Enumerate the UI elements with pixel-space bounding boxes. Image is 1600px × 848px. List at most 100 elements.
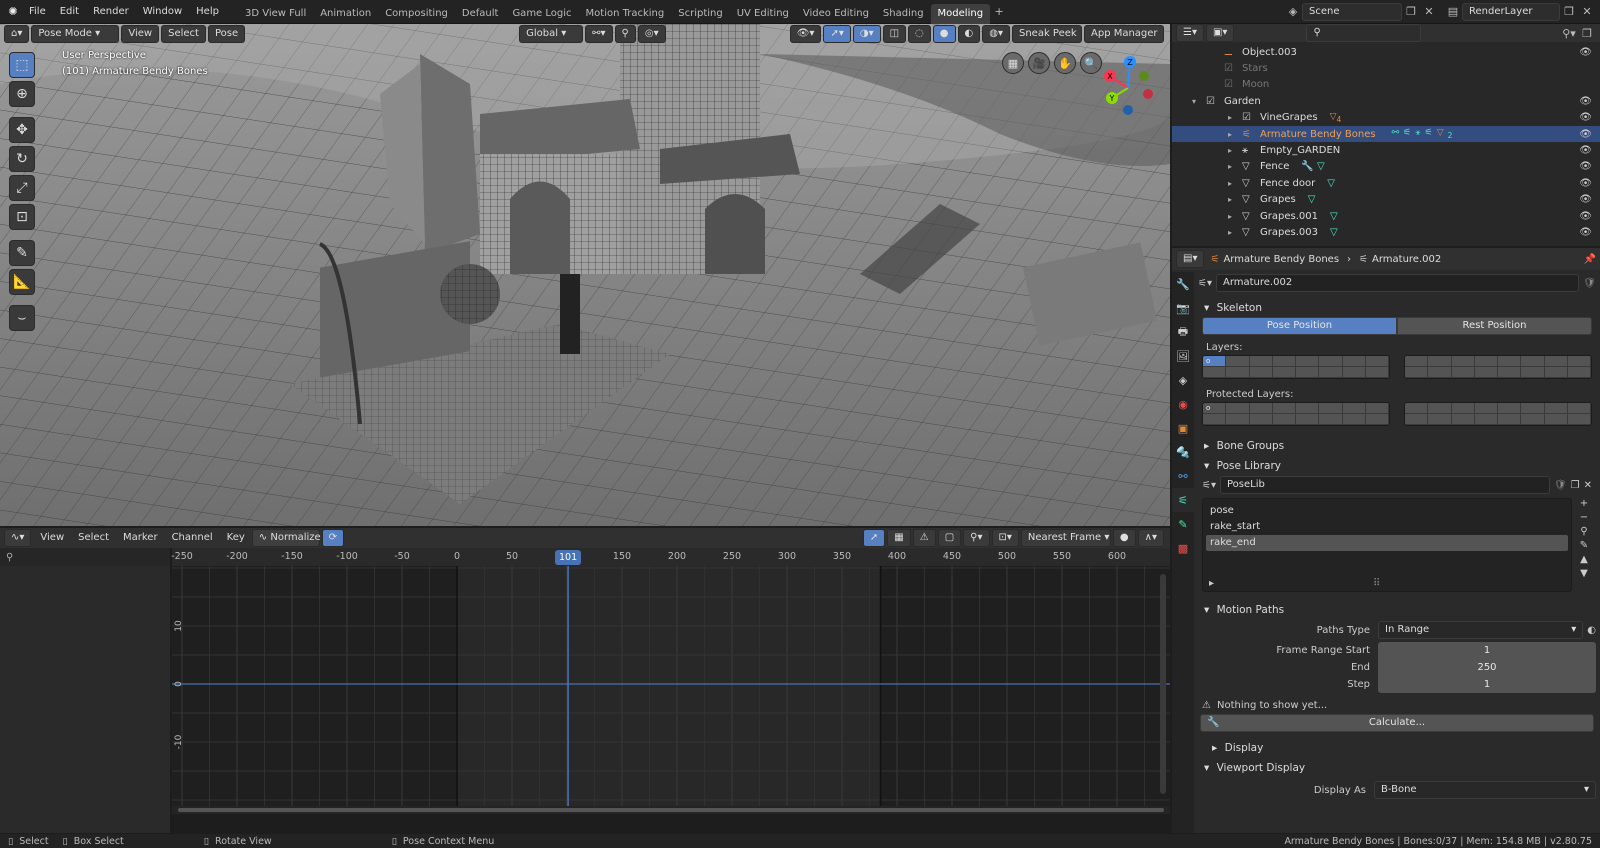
visibility-eye-icon[interactable]: 👁	[1579, 96, 1592, 107]
vp-menu-pose[interactable]: Pose	[207, 25, 246, 43]
only-selected-icon[interactable]: ➚	[862, 529, 886, 547]
outliner-row-fence-door[interactable]: ▸ ▽ Fence door ▽ 👁	[1172, 175, 1600, 191]
display-mode-icon[interactable]: ▣▾	[1205, 24, 1235, 42]
frame-start-field[interactable]: 1	[1378, 641, 1596, 659]
tab-compositing[interactable]: Compositing	[378, 4, 455, 24]
cursor-tool-icon[interactable]: ⊕	[9, 81, 35, 107]
expand-arrow-icon[interactable]: ▾	[1192, 97, 1206, 106]
expand-arrow-icon[interactable]: ▸	[1228, 162, 1242, 171]
tab-object-icon[interactable]: ▣	[1172, 416, 1194, 440]
transform-tool-icon[interactable]: ⊡	[9, 204, 35, 230]
vertical-scrollbar[interactable]	[1160, 574, 1166, 794]
poselib-name-field[interactable]: PoseLib	[1219, 476, 1550, 494]
pivot-point-icon[interactable]: ⊡▾	[991, 529, 1019, 547]
check-icon[interactable]: ☑	[1224, 79, 1236, 90]
graph-menu-channel[interactable]: Channel	[165, 526, 220, 550]
display-subpanel-header[interactable]: ▸ Display	[1198, 738, 1596, 758]
tab-scripting[interactable]: Scripting	[671, 4, 729, 24]
check-icon[interactable]: ☑	[1224, 63, 1236, 74]
display-as-dropdown[interactable]: B-Bone ▾	[1374, 781, 1596, 799]
new-collection-icon[interactable]: ❐	[1578, 24, 1596, 42]
frame-ruler[interactable]: -250 -200 -150 -100 -50 0 50 150 200 250 300 350 400…	[171, 548, 1170, 566]
tab-modifiers-icon[interactable]: 🔩	[1172, 440, 1194, 464]
pin-icon[interactable]: 📌	[1584, 254, 1596, 265]
check-icon[interactable]: ☑	[1206, 96, 1218, 107]
pose-item-rake-end[interactable]: rake_end	[1206, 535, 1568, 551]
outliner-row-object-003[interactable]: ⚊ Object.003 👁	[1172, 44, 1600, 60]
outliner-filter-icon[interactable]: ⚲▾	[1560, 24, 1578, 42]
editor-type-icon[interactable]: ⌂▾	[4, 25, 30, 43]
outliner-row-grapes-001[interactable]: ▸ ▽ Grapes.001 ▽ 👁	[1172, 208, 1600, 224]
remove-pose-icon[interactable]: −	[1580, 512, 1588, 523]
shading-wire-icon[interactable]: ◌	[908, 25, 931, 43]
filter-square-icon[interactable]: ▢	[937, 529, 962, 547]
check-icon[interactable]: ☑	[1242, 112, 1254, 123]
paths-help-icon[interactable]: ◐	[1587, 625, 1596, 636]
tab-view-layer-icon[interactable]: 🖼	[1172, 344, 1194, 368]
scene-field[interactable]: Scene	[1302, 2, 1402, 21]
bone-groups-panel-header[interactable]: ▸ Bone Groups	[1198, 436, 1596, 456]
expand-arrow-icon[interactable]: ▸	[1228, 130, 1242, 139]
rest-position-button[interactable]: Rest Position	[1397, 317, 1592, 335]
graph-editor[interactable]: ∿▾ View Select Marker Channel Key ∿ Norm…	[0, 528, 1170, 833]
filter-icon[interactable]: ⚲▾	[963, 529, 990, 547]
outliner-row-grapes-003[interactable]: ▸ ▽ Grapes.003 ▽ 👁	[1172, 224, 1600, 240]
vp-menu-view[interactable]: View	[121, 25, 160, 43]
visibility-eye-icon[interactable]: 👁	[1579, 47, 1592, 58]
outliner-row-moon[interactable]: ☑ Moon	[1172, 77, 1600, 93]
add-workspace-icon[interactable]: +	[990, 3, 1008, 21]
action-icon[interactable]: ⚟▾	[1202, 480, 1216, 491]
proportional-icon[interactable]: ◎▾	[637, 25, 666, 43]
overlay-icon[interactable]: ◑▾	[852, 25, 881, 43]
properties-editor[interactable]: ▤▾ ⚟ Armature Bendy Bones › ⚟ Armature.0…	[1172, 248, 1600, 833]
pose-position-button[interactable]: Pose Position	[1202, 317, 1397, 335]
snap-dropdown[interactable]: Nearest Frame ▾	[1020, 529, 1111, 547]
outliner-row-grapes[interactable]: ▸ ▽ Grapes ▽ 👁	[1172, 192, 1600, 208]
graph-menu-marker[interactable]: Marker	[116, 526, 165, 550]
visibility-eye-icon[interactable]: 👁	[1579, 194, 1592, 205]
normalize-toggle[interactable]: ∿ Normalize	[251, 529, 321, 547]
proportional-edit-icon[interactable]: ●	[1112, 529, 1136, 547]
move-up-icon[interactable]: ▲	[1580, 554, 1588, 565]
graph-area[interactable]: 10 0 -10	[172, 566, 1170, 806]
layers-grid-right[interactable]	[1404, 355, 1592, 379]
sneak-peek-button[interactable]: Sneak Peek	[1012, 25, 1082, 43]
channel-search[interactable]: ⚲	[0, 548, 170, 566]
viewport-display-panel-header[interactable]: ▾ Viewport Display	[1198, 758, 1596, 778]
graph-menu-select[interactable]: Select	[71, 526, 116, 550]
shading-solid-icon[interactable]: ●	[932, 25, 956, 43]
graph-editor-type-icon[interactable]: ∿▾	[4, 529, 32, 547]
tab-scene-icon[interactable]: ◈	[1172, 368, 1194, 392]
graph-menu-key[interactable]: Key	[220, 526, 252, 550]
tab-uv-editing[interactable]: UV Editing	[730, 4, 796, 24]
visibility-eye-icon[interactable]: 👁	[1579, 145, 1592, 156]
fake-user-icon[interactable]: 🛡	[1583, 278, 1596, 289]
browse-pose-icon[interactable]: ⚲	[1580, 526, 1587, 537]
visibility-eye-icon[interactable]: 👁	[1579, 227, 1592, 238]
outliner-row-garden[interactable]: ▾ ☑ Garden 👁	[1172, 93, 1600, 109]
breadcrumb-object[interactable]: Armature Bendy Bones	[1223, 254, 1339, 265]
list-expand-icon[interactable]: ▸	[1209, 578, 1214, 589]
outliner-row-vinegrapes[interactable]: ▸ ☑ VineGrapes ▽4 👁	[1172, 110, 1600, 126]
tab-texture-icon[interactable]: ▩	[1172, 536, 1194, 560]
move-down-icon[interactable]: ▼	[1580, 568, 1588, 579]
protected-grid-left[interactable]: o	[1202, 402, 1390, 426]
mode-dropdown[interactable]: Pose Mode ▾	[31, 25, 120, 43]
tab-armature-data-icon[interactable]: ⚟	[1172, 488, 1194, 512]
expand-arrow-icon[interactable]: ▸	[1228, 195, 1242, 204]
menu-window[interactable]: Window	[136, 0, 189, 24]
shading-material-icon[interactable]: ◐	[957, 25, 981, 43]
expand-arrow-icon[interactable]: ▸	[1228, 179, 1242, 188]
tab-tool-icon[interactable]: 🔧	[1172, 272, 1194, 296]
tab-constraints-icon[interactable]: ⚯	[1172, 464, 1194, 488]
channel-region[interactable]: ⚲	[0, 548, 170, 833]
tab-video-editing[interactable]: Video Editing	[796, 4, 876, 24]
poselib-fake-user-icon[interactable]: 🛡	[1554, 480, 1567, 491]
3d-viewport[interactable]: ⌂▾ Pose Mode ▾ View Select Pose Global ▾…	[0, 24, 1170, 526]
shading-render-icon[interactable]: ◍▾	[982, 25, 1010, 43]
apply-pose-icon[interactable]: ✎	[1580, 540, 1588, 551]
rotate-tool-icon[interactable]: ↻	[9, 146, 35, 172]
graph-menu-view[interactable]: View	[33, 526, 71, 550]
tab-world-icon[interactable]: ◉	[1172, 392, 1194, 416]
protected-grid-right[interactable]	[1404, 402, 1592, 426]
